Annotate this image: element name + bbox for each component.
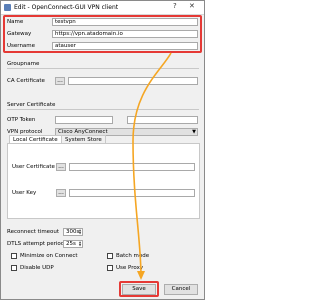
otp-secret-input[interactable] [127,116,198,124]
use-proxy-checkbox[interactable] [107,265,113,271]
user-key-input[interactable] [69,189,195,197]
user-key-label: User Key [12,190,37,196]
reconnect-timeout-label: Reconnect timeout [7,229,60,235]
user-certificate-input[interactable] [69,163,195,171]
ca-certificate-input[interactable] [68,77,198,85]
save-button[interactable]: Save [122,284,156,295]
dtls-attempt-period-label: DTLS attempt period [7,241,65,247]
minimize-on-connect-checkbox[interactable] [11,253,17,259]
user-certificate-label: User Certificate [12,164,55,170]
batch-mode-checkbox[interactable] [107,253,113,259]
title-bar: Edit - OpenConnect-GUI VPN client ? ✕ [1,1,204,15]
divider [7,109,199,110]
fields-highlight-box [3,15,202,53]
help-icon[interactable]: ? [173,2,177,10]
disable-udp-checkbox[interactable] [11,265,17,271]
user-key-browse-button[interactable]: ... [56,189,66,197]
ca-certificate-label: CA Certificate [7,78,45,84]
dtls-attempt-period-spinner[interactable]: 25s ▲ ▼ [63,240,83,248]
user-certificate-browse-button[interactable]: ... [56,163,66,171]
dtls-attempt-period-value: 25s [66,241,76,247]
window-title: Edit - OpenConnect-GUI VPN client [14,4,119,11]
reconnect-timeout-spinner[interactable]: 300s ▲ ▼ [63,228,83,236]
ca-certificate-browse-button[interactable]: ... [55,77,65,85]
edit-vpn-window: Edit - OpenConnect-GUI VPN client ? ✕ Na… [0,0,205,300]
close-icon[interactable]: ✕ [189,2,195,10]
divider [7,68,199,69]
app-icon [4,4,11,11]
spinner-arrows-icon[interactable]: ▲ ▼ [78,241,82,247]
local-certificate-pane: User Certificate ... User Key ... [7,143,200,219]
groupname-label: Groupname [7,61,40,67]
disable-udp-label: Disable UDP [20,265,54,271]
chevron-down-icon: ▼ [192,129,196,135]
minimize-on-connect-label: Minimize on Connect [20,253,78,259]
server-certificate-label: Server Certificate [7,102,56,108]
batch-mode-label: Batch mode [116,253,150,259]
spinner-arrows-icon[interactable]: ▲ ▼ [78,229,82,235]
use-proxy-label: Use Proxy [116,265,144,271]
cancel-button[interactable]: Cancel [164,284,198,295]
otp-token-label: OTP Token [7,117,36,123]
otp-token-input[interactable] [55,116,113,124]
